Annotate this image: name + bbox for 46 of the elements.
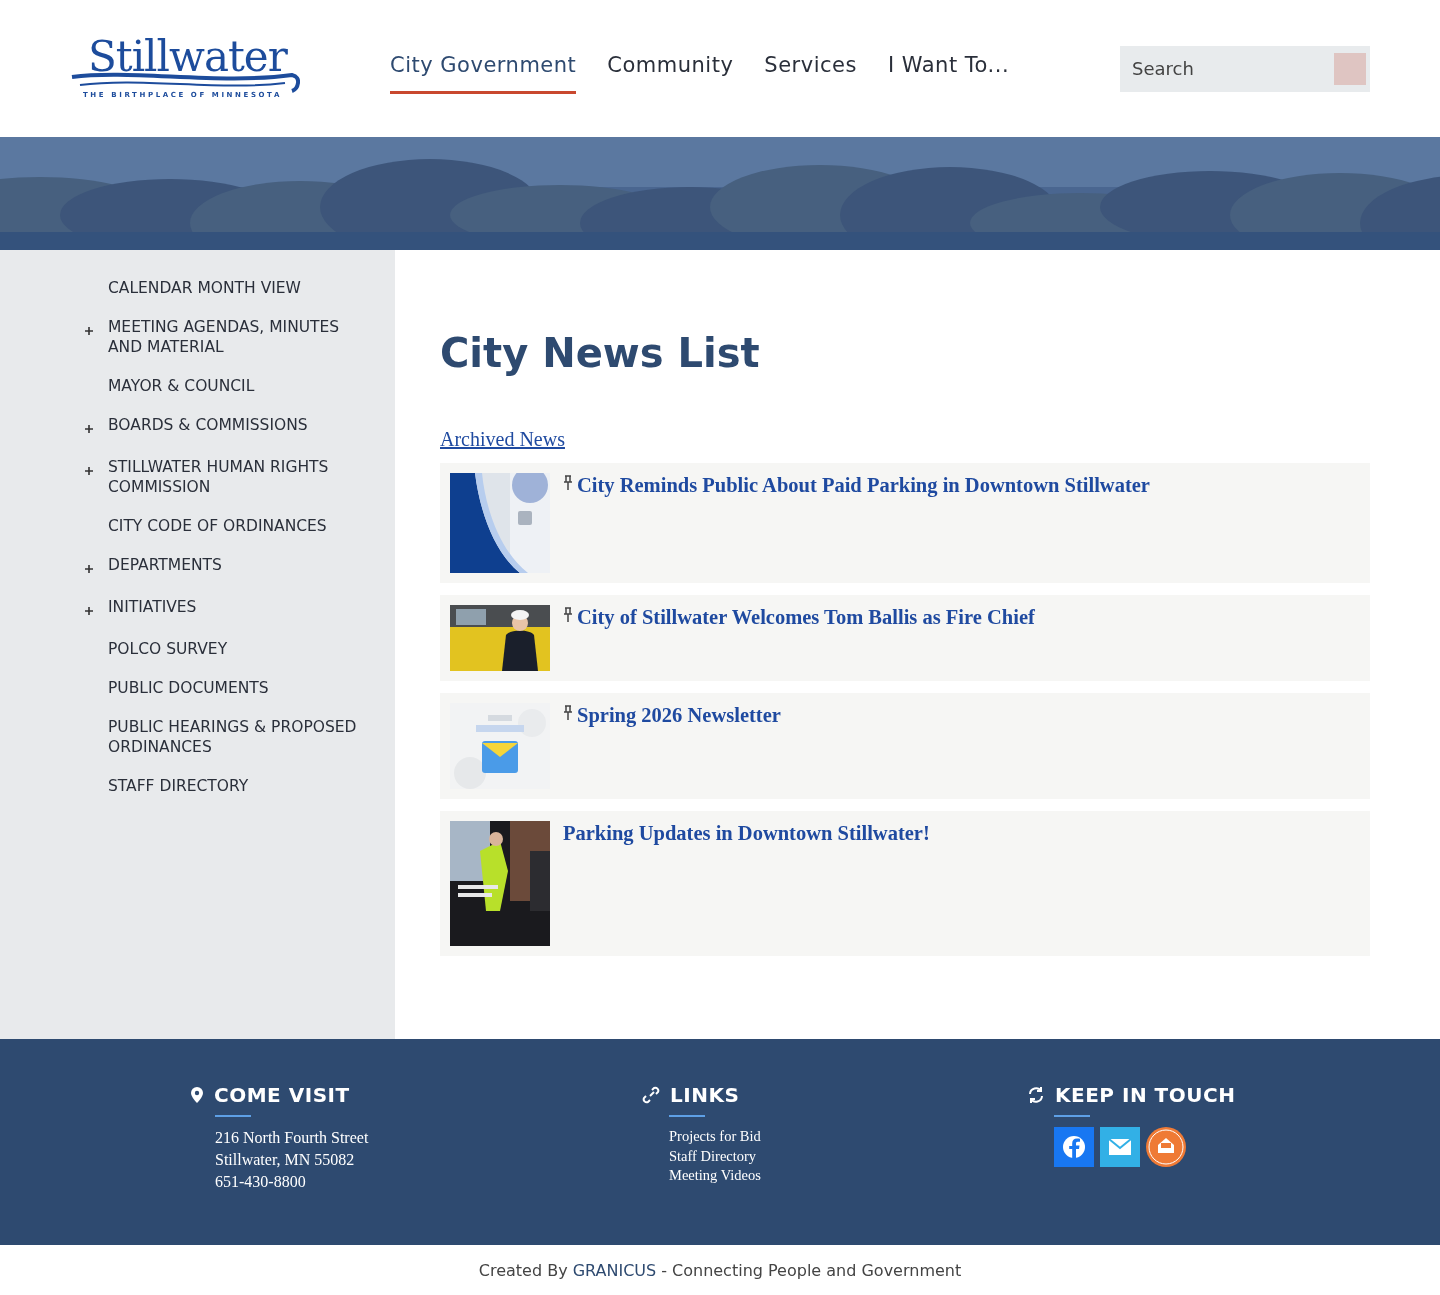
credit-link[interactable]: GRANICUS — [572, 1260, 657, 1280]
sidebar-link[interactable]: MEETING AGENDAS, MINUTES AND MATERIAL — [108, 317, 367, 357]
address-line: 216 North Fourth Street — [215, 1128, 370, 1148]
location-pin-icon — [190, 1086, 204, 1104]
expand-icon[interactable] — [84, 606, 94, 616]
footer-link[interactable]: Meeting Videos — [669, 1166, 1027, 1186]
sidebar-link[interactable]: STILLWATER HUMAN RIGHTS COMMISSION — [108, 457, 367, 497]
nav-link[interactable]: Community — [607, 43, 734, 94]
sidebar-link[interactable]: MAYOR & COUNCIL — [108, 376, 255, 396]
expand-icon[interactable] — [84, 424, 94, 434]
sidebar-link[interactable]: CALENDAR MONTH VIEW — [108, 278, 301, 298]
footer-link[interactable]: Projects for Bid — [669, 1127, 1027, 1147]
expand-icon[interactable] — [84, 564, 94, 574]
sidebar-link[interactable]: STAFF DIRECTORY — [108, 776, 249, 796]
credit-text: - Connecting People and Government — [661, 1260, 962, 1280]
news-title-link[interactable]: City of Stillwater Welcomes Tom Ballis as Fire Chief — [577, 605, 1035, 629]
address-line: 651-430-8800 — [215, 1172, 307, 1192]
footer-heading: COME VISIT — [214, 1083, 350, 1107]
envelope-badge-icon[interactable] — [1146, 1127, 1186, 1167]
facebook-icon[interactable] — [1054, 1127, 1094, 1167]
nav-link[interactable]: Services — [764, 43, 857, 94]
address-line: Stillwater, MN 55082 — [215, 1150, 356, 1170]
sidebar-link[interactable]: CITY CODE OF ORDINANCES — [108, 516, 327, 536]
link-icon — [642, 1086, 660, 1104]
sidebar-link[interactable]: PUBLIC DOCUMENTS — [108, 678, 269, 698]
expand-icon[interactable] — [84, 466, 94, 476]
footer-link[interactable]: Staff Directory — [669, 1146, 1027, 1166]
credit-text: Created By — [478, 1260, 568, 1280]
nav-link[interactable]: City Government — [390, 43, 577, 94]
sidebar-link[interactable]: BOARDS & COMMISSIONS — [108, 415, 308, 435]
logo-swoosh-icon — [70, 70, 300, 93]
expand-icon[interactable] — [84, 326, 94, 336]
sidebar-link[interactable]: DEPARTMENTS — [108, 555, 222, 575]
sidebar-link[interactable]: INITIATIVES — [108, 597, 197, 617]
page-title: City News List — [440, 330, 761, 376]
search-field[interactable]: Search — [1120, 45, 1370, 92]
sidebar-link[interactable]: PUBLIC HEARINGS & PROPOSED ORDINANCES — [108, 717, 367, 757]
news-title-link[interactable]: Spring 2026 Newsletter — [577, 703, 781, 727]
archive-link[interactable]: Archived News — [440, 428, 565, 451]
refresh-icon — [1027, 1086, 1045, 1104]
news-title-link[interactable]: City Reminds Public About Paid Parking in Downtown Stillwater — [577, 473, 1150, 497]
nav-link[interactable]: I Want To... — [887, 43, 1010, 94]
sidebar-link[interactable]: POLCO SURVEY — [108, 639, 228, 659]
footer-heading: KEEP IN TOUCH — [1055, 1083, 1236, 1107]
news-title-link[interactable]: Parking Updates in Downtown Stillwater! — [563, 821, 930, 845]
footer-heading: LINKS — [670, 1083, 740, 1107]
